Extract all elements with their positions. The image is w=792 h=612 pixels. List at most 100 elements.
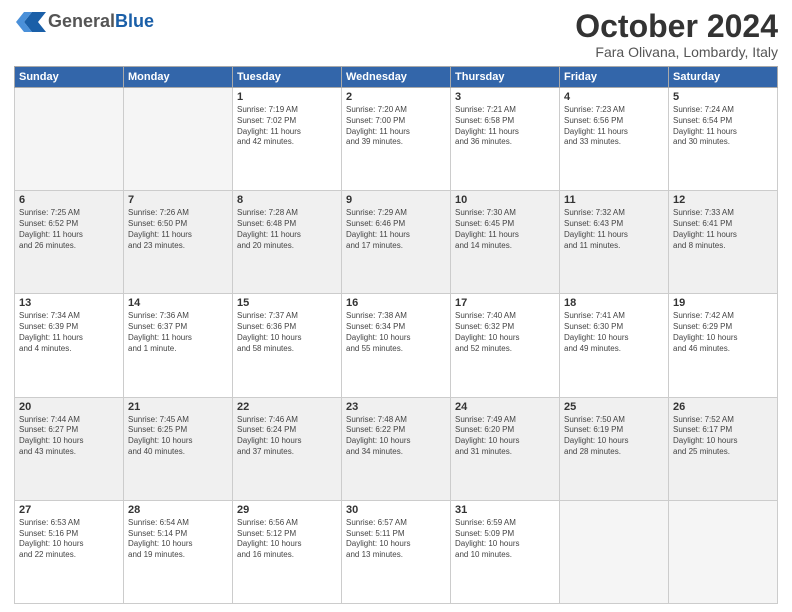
day-number: 9 (346, 194, 446, 206)
day-number: 14 (128, 297, 228, 309)
day-number: 3 (455, 91, 555, 103)
col-monday: Monday (124, 67, 233, 88)
day-info: Sunrise: 7:26 AM Sunset: 6:50 PM Dayligh… (128, 208, 228, 251)
calendar-cell: 24Sunrise: 7:49 AM Sunset: 6:20 PM Dayli… (451, 397, 560, 500)
calendar-cell: 8 Sunrise: 7:28 AM Sunset: 6:48 PM Daylig… (233, 191, 342, 294)
day-info: Sunrise: 7:52 AM Sunset: 6:17 PM Dayligh… (673, 415, 773, 458)
day-info: Sunrise: 6:57 AM Sunset: 5:11 PM Dayligh… (346, 518, 446, 561)
day-info: Sunrise: 7:38 AM Sunset: 6:34 PM Dayligh… (346, 311, 446, 354)
day-info: Sunrise: 7:21 AM Sunset: 6:58 PM Dayligh… (455, 105, 555, 148)
day-info: Sunrise: 7:32 AM Sunset: 6:43 PM Dayligh… (564, 208, 664, 251)
calendar-week-row: 27 Sunrise: 6:53 AM Sunset: 5:16 PM Dayli… (15, 500, 778, 603)
day-info: Sunrise: 7:41 AM Sunset: 6:30 PM Dayligh… (564, 311, 664, 354)
col-sunday: Sunday (15, 67, 124, 88)
calendar-cell: 6Sunrise: 7:25 AM Sunset: 6:52 PM Daylig… (15, 191, 124, 294)
calendar-cell: 20Sunrise: 7:44 AM Sunset: 6:27 PM Dayli… (15, 397, 124, 500)
day-info: Sunrise: 7:36 AM Sunset: 6:37 PM Dayligh… (128, 311, 228, 354)
calendar-cell: 23 Sunrise: 7:48 AM Sunset: 6:22 PM Dayli… (342, 397, 451, 500)
calendar-cell: 11 Sunrise: 7:32 AM Sunset: 6:43 PM Dayli… (560, 191, 669, 294)
calendar-cell: 10 Sunrise: 7:30 AM Sunset: 6:45 PM Dayli… (451, 191, 560, 294)
day-number: 29 (237, 504, 337, 516)
day-number: 12 (673, 194, 773, 206)
logo: GeneralBlue (14, 10, 154, 34)
day-info: Sunrise: 7:30 AM Sunset: 6:45 PM Dayligh… (455, 208, 555, 251)
calendar-cell: 9 Sunrise: 7:29 AM Sunset: 6:46 PM Daylig… (342, 191, 451, 294)
header-right: October 2024 Fara Olivana, Lombardy, Ita… (575, 10, 778, 60)
col-saturday: Saturday (669, 67, 778, 88)
day-info: Sunrise: 7:48 AM Sunset: 6:22 PM Dayligh… (346, 415, 446, 458)
day-info: Sunrise: 7:23 AM Sunset: 6:56 PM Dayligh… (564, 105, 664, 148)
page: GeneralBlue October 2024 Fara Olivana, L… (0, 0, 792, 612)
day-number: 1 (237, 91, 337, 103)
day-info: Sunrise: 7:19 AM Sunset: 7:02 PM Dayligh… (237, 105, 337, 148)
day-number: 18 (564, 297, 664, 309)
calendar-cell (560, 500, 669, 603)
calendar-cell (669, 500, 778, 603)
day-info: Sunrise: 7:37 AM Sunset: 6:36 PM Dayligh… (237, 311, 337, 354)
logo-blue-text: Blue (115, 11, 154, 31)
day-number: 23 (346, 401, 446, 413)
calendar-cell: 18 Sunrise: 7:41 AM Sunset: 6:30 PM Dayli… (560, 294, 669, 397)
day-info: Sunrise: 7:28 AM Sunset: 6:48 PM Dayligh… (237, 208, 337, 251)
calendar-cell: 28 Sunrise: 6:54 AM Sunset: 5:14 PM Dayli… (124, 500, 233, 603)
calendar-cell: 12Sunrise: 7:33 AM Sunset: 6:41 PM Dayli… (669, 191, 778, 294)
day-number: 27 (19, 504, 119, 516)
calendar-week-row: 20Sunrise: 7:44 AM Sunset: 6:27 PM Dayli… (15, 397, 778, 500)
calendar-cell (15, 88, 124, 191)
calendar-cell: 31Sunrise: 6:59 AM Sunset: 5:09 PM Dayli… (451, 500, 560, 603)
day-number: 10 (455, 194, 555, 206)
calendar-cell: 1 Sunrise: 7:19 AM Sunset: 7:02 PM Daylig… (233, 88, 342, 191)
day-info: Sunrise: 7:46 AM Sunset: 6:24 PM Dayligh… (237, 415, 337, 458)
col-wednesday: Wednesday (342, 67, 451, 88)
calendar-cell: 15 Sunrise: 7:37 AM Sunset: 6:36 PM Dayli… (233, 294, 342, 397)
calendar-cell: 27 Sunrise: 6:53 AM Sunset: 5:16 PM Dayli… (15, 500, 124, 603)
day-number: 28 (128, 504, 228, 516)
day-number: 24 (455, 401, 555, 413)
calendar-cell: 29 Sunrise: 6:56 AM Sunset: 5:12 PM Dayli… (233, 500, 342, 603)
col-friday: Friday (560, 67, 669, 88)
calendar-cell: 30Sunrise: 6:57 AM Sunset: 5:11 PM Dayli… (342, 500, 451, 603)
calendar-cell: 14 Sunrise: 7:36 AM Sunset: 6:37 PM Dayli… (124, 294, 233, 397)
calendar-week-row: 6Sunrise: 7:25 AM Sunset: 6:52 PM Daylig… (15, 191, 778, 294)
location: Fara Olivana, Lombardy, Italy (575, 44, 778, 60)
calendar-cell: 7 Sunrise: 7:26 AM Sunset: 6:50 PM Daylig… (124, 191, 233, 294)
calendar-cell: 2Sunrise: 7:20 AM Sunset: 7:00 PM Daylig… (342, 88, 451, 191)
day-info: Sunrise: 7:34 AM Sunset: 6:39 PM Dayligh… (19, 311, 119, 354)
day-number: 19 (673, 297, 773, 309)
day-number: 16 (346, 297, 446, 309)
day-info: Sunrise: 7:45 AM Sunset: 6:25 PM Dayligh… (128, 415, 228, 458)
logo-general-text: General (48, 11, 115, 31)
day-info: Sunrise: 7:25 AM Sunset: 6:52 PM Dayligh… (19, 208, 119, 251)
day-info: Sunrise: 7:40 AM Sunset: 6:32 PM Dayligh… (455, 311, 555, 354)
header: GeneralBlue October 2024 Fara Olivana, L… (14, 10, 778, 60)
day-info: Sunrise: 7:29 AM Sunset: 6:46 PM Dayligh… (346, 208, 446, 251)
day-info: Sunrise: 6:54 AM Sunset: 5:14 PM Dayligh… (128, 518, 228, 561)
day-number: 25 (564, 401, 664, 413)
calendar-cell: 3 Sunrise: 7:21 AM Sunset: 6:58 PM Daylig… (451, 88, 560, 191)
calendar-cell: 22Sunrise: 7:46 AM Sunset: 6:24 PM Dayli… (233, 397, 342, 500)
day-info: Sunrise: 7:42 AM Sunset: 6:29 PM Dayligh… (673, 311, 773, 354)
day-number: 11 (564, 194, 664, 206)
col-thursday: Thursday (451, 67, 560, 88)
day-info: Sunrise: 6:53 AM Sunset: 5:16 PM Dayligh… (19, 518, 119, 561)
calendar-cell: 4Sunrise: 7:23 AM Sunset: 6:56 PM Daylig… (560, 88, 669, 191)
day-number: 7 (128, 194, 228, 206)
day-number: 2 (346, 91, 446, 103)
day-info: Sunrise: 7:50 AM Sunset: 6:19 PM Dayligh… (564, 415, 664, 458)
day-info: Sunrise: 6:56 AM Sunset: 5:12 PM Dayligh… (237, 518, 337, 561)
calendar-header-row: Sunday Monday Tuesday Wednesday Thursday… (15, 67, 778, 88)
calendar-table: Sunday Monday Tuesday Wednesday Thursday… (14, 66, 778, 604)
day-number: 17 (455, 297, 555, 309)
calendar-cell: 26Sunrise: 7:52 AM Sunset: 6:17 PM Dayli… (669, 397, 778, 500)
day-number: 8 (237, 194, 337, 206)
calendar-cell: 25 Sunrise: 7:50 AM Sunset: 6:19 PM Dayli… (560, 397, 669, 500)
calendar-cell (124, 88, 233, 191)
col-tuesday: Tuesday (233, 67, 342, 88)
month-title: October 2024 (575, 10, 778, 42)
day-number: 15 (237, 297, 337, 309)
calendar-cell: 5Sunrise: 7:24 AM Sunset: 6:54 PM Daylig… (669, 88, 778, 191)
day-number: 5 (673, 91, 773, 103)
day-info: Sunrise: 7:44 AM Sunset: 6:27 PM Dayligh… (19, 415, 119, 458)
calendar-cell: 21 Sunrise: 7:45 AM Sunset: 6:25 PM Dayli… (124, 397, 233, 500)
day-number: 21 (128, 401, 228, 413)
